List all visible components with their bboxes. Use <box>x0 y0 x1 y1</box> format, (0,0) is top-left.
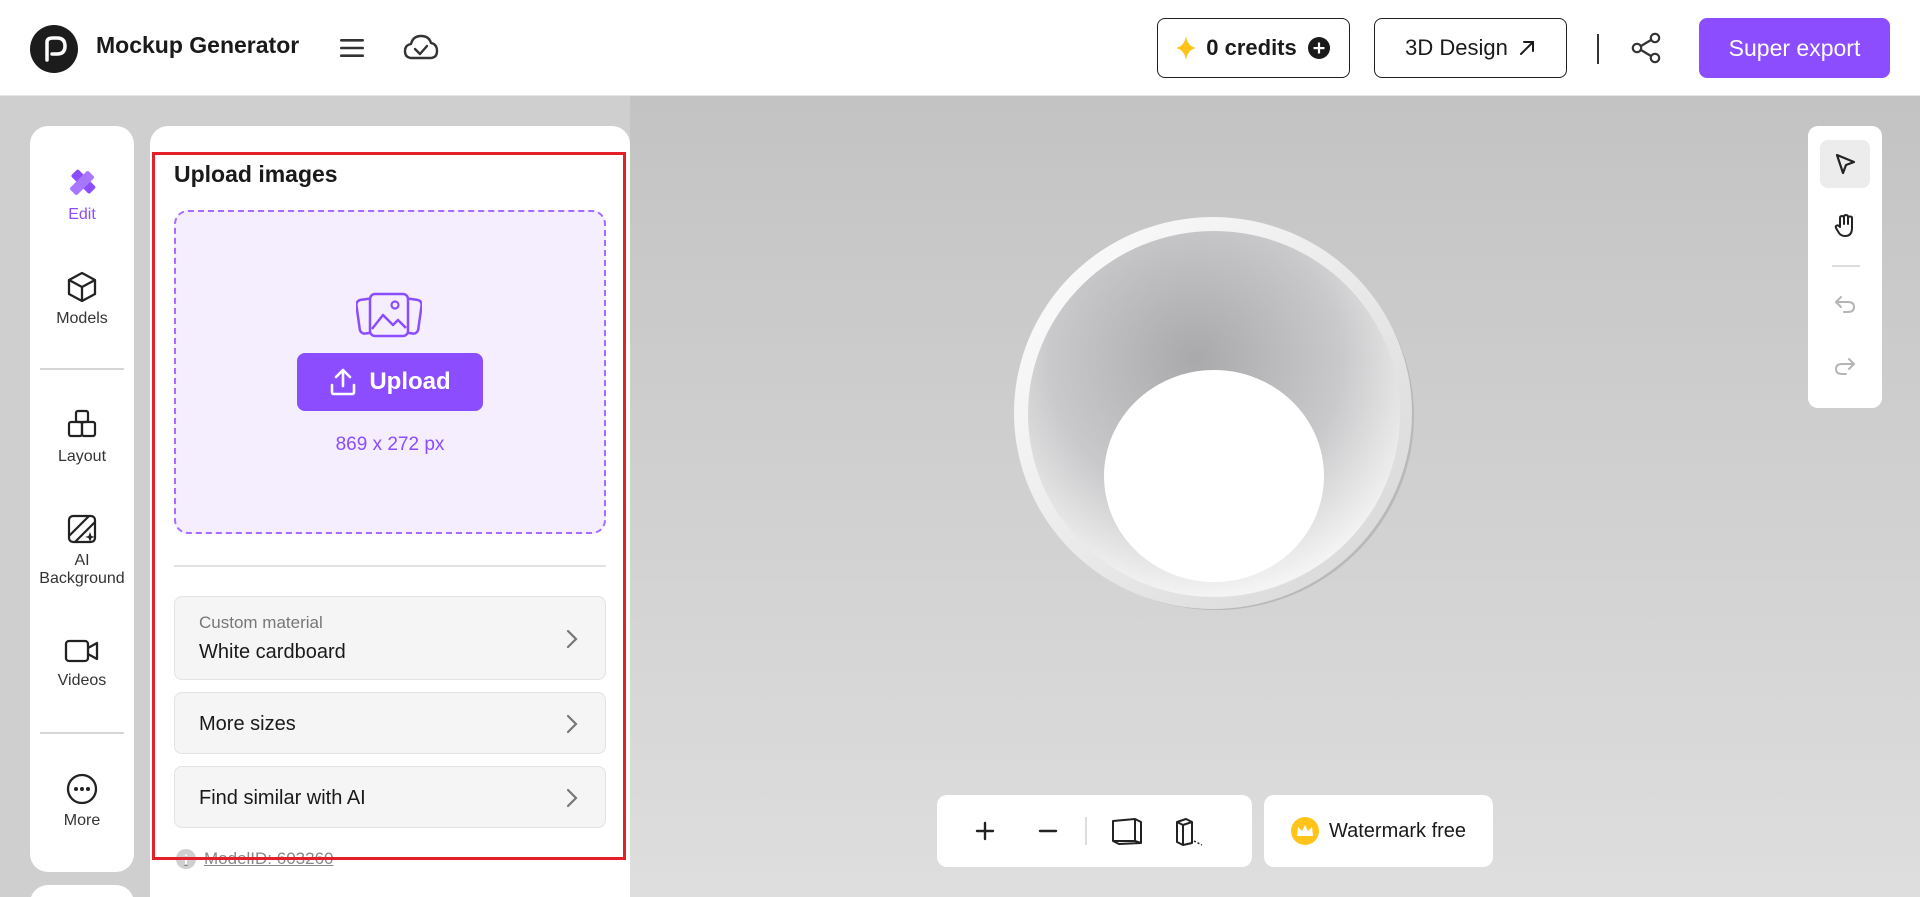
bowl-3d-model[interactable] <box>1012 214 1416 612</box>
boxes-icon <box>67 409 97 438</box>
credits-button[interactable]: 0 credits <box>1157 18 1350 78</box>
watermark-label: Watermark free <box>1328 819 1467 842</box>
rail-label-edit: Edit <box>68 206 96 223</box>
redo-icon <box>1835 358 1855 375</box>
cursor-pointer-icon <box>1835 153 1856 175</box>
info-icon: i <box>176 849 196 869</box>
3d-design-label: 3D Design <box>1405 35 1508 60</box>
material-value: White cardboard <box>199 641 346 663</box>
select-tool[interactable] <box>1820 140 1870 188</box>
upload-arrow-icon <box>331 368 356 396</box>
find-similar-label: Find similar with AI <box>199 787 366 809</box>
rail-label-more: More <box>63 812 101 829</box>
rail-label-layout: Layout <box>57 448 107 465</box>
add-circle-icon[interactable] <box>1307 36 1331 60</box>
zoom-toolbar <box>937 795 1252 867</box>
zoom-divider <box>1085 817 1087 845</box>
hand-icon <box>1834 214 1853 237</box>
super-export-button[interactable]: Super export <box>1699 18 1890 78</box>
logo-icon <box>45 36 67 62</box>
toolbar-divider <box>1597 34 1599 64</box>
model-id-text: ModelID: 603260 <box>204 849 334 868</box>
box-front-view-icon <box>1112 818 1142 845</box>
view-side-button[interactable] <box>1165 807 1213 855</box>
more-sizes-label: More sizes <box>199 713 296 735</box>
more-dots-icon <box>66 773 98 805</box>
rail-label-ai-background: AI Background <box>39 552 125 587</box>
image-gallery-icon <box>356 292 422 338</box>
3d-design-button[interactable]: 3D Design <box>1374 18 1567 78</box>
undo-button[interactable] <box>1820 280 1870 328</box>
panel-title: Upload images <box>174 161 338 187</box>
edit-pencil-ruler-icon <box>70 169 96 195</box>
view-front-button[interactable] <box>1103 807 1151 855</box>
credits-label: 0 credits <box>1206 35 1297 60</box>
chevron-right-icon <box>566 788 578 808</box>
crown-icon <box>1290 817 1319 845</box>
panel-divider <box>174 565 606 567</box>
upload-dimensions: 869 x 272 px <box>335 434 445 455</box>
canvas-tools <box>1808 126 1882 408</box>
material-caption: Custom material <box>199 613 323 632</box>
custom-material-row[interactable]: Custom material White cardboard <box>174 596 606 680</box>
app-logo[interactable] <box>30 25 78 73</box>
rail-label-videos: Videos <box>57 672 107 689</box>
rail-item-more[interactable]: More <box>30 772 134 830</box>
chevron-right-icon <box>566 714 578 734</box>
more-sizes-row[interactable]: More sizes <box>174 692 606 754</box>
rail-item-layout[interactable]: Layout <box>30 408 134 466</box>
rail-item-videos[interactable]: Videos <box>30 636 134 690</box>
rail-divider <box>40 732 124 734</box>
pan-tool[interactable] <box>1820 202 1870 250</box>
rail-bottom-stub <box>30 885 134 897</box>
top-bar: Mockup Generator 0 credits 3D Design Sup… <box>0 0 1920 96</box>
hamburger-menu-icon[interactable] <box>337 33 367 63</box>
redo-button[interactable] <box>1820 342 1870 390</box>
share-icon[interactable] <box>1630 32 1662 64</box>
rail-label-models: Models <box>56 310 108 327</box>
plus-icon <box>975 821 995 841</box>
star-spark-icon <box>1176 36 1197 60</box>
rail-divider <box>40 368 124 370</box>
cube-icon <box>67 271 97 303</box>
external-arrow-icon <box>1519 41 1534 55</box>
rail-item-edit[interactable]: Edit <box>30 166 134 224</box>
watermark-free-button[interactable]: Watermark free <box>1264 795 1493 867</box>
ai-background-icon <box>67 514 97 544</box>
find-similar-ai-row[interactable]: Find similar with AI <box>174 766 606 828</box>
upload-button[interactable]: Upload <box>297 353 483 411</box>
left-navigation-rail: Edit Models Layout AI Background Videos <box>30 126 134 872</box>
chevron-right-icon <box>566 629 578 649</box>
minus-icon <box>1038 829 1058 833</box>
undo-icon <box>1835 296 1855 313</box>
zoom-out-button[interactable] <box>1024 807 1072 855</box>
rail-item-models[interactable]: Models <box>30 270 134 328</box>
upload-label: Upload <box>369 368 451 395</box>
cloud-saved-icon[interactable] <box>402 30 440 66</box>
rail-item-ai-background[interactable]: AI Background <box>30 512 134 588</box>
app-title: Mockup Generator <box>96 32 300 58</box>
zoom-in-button[interactable] <box>961 807 1009 855</box>
tool-divider <box>1832 265 1860 267</box>
model-id-link[interactable]: i ModelID: 603260 <box>176 849 333 869</box>
box-side-view-icon <box>1176 818 1203 846</box>
video-camera-icon <box>64 639 99 663</box>
